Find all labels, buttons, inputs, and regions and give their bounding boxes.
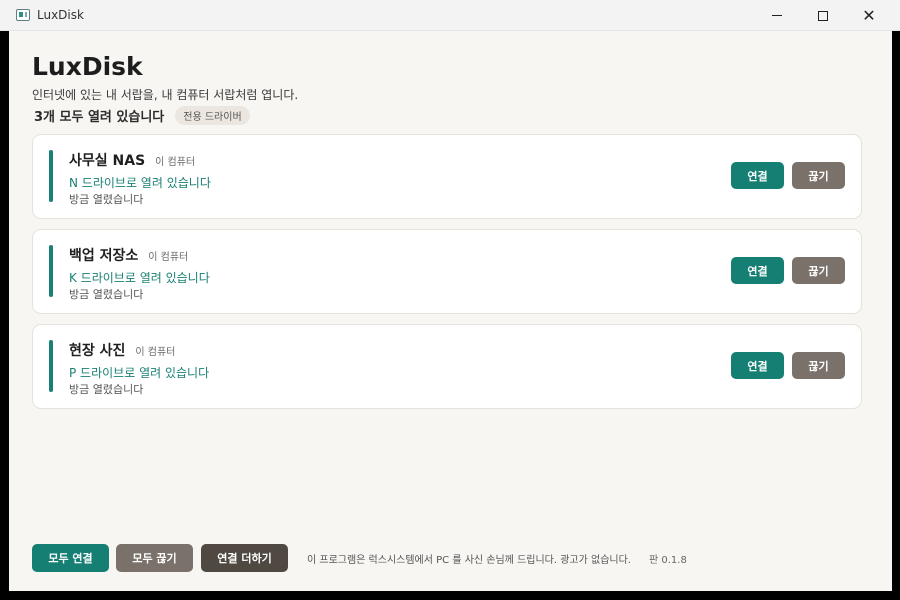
connect-button[interactable]: 연결 [731, 352, 784, 379]
drive-location-tag: 이 컴퓨터 [135, 347, 176, 358]
footer-note: 이 프로그램은 럭스시스템에서 PC 를 사신 손님께 드립니다. 광고가 없습… [307, 555, 631, 566]
drive-time: 방금 열렸습니다 [69, 193, 144, 206]
page-title: LuxDisk [32, 52, 143, 81]
status-indicator [49, 245, 53, 297]
minimize-button[interactable] [754, 0, 800, 31]
add-connection-button[interactable]: 연결 더하기 [201, 544, 288, 572]
main-content: LuxDisk 인터넷에 있는 내 서랍을, 내 컴퓨터 서랍처럼 엽니다. 3… [9, 31, 892, 591]
drive-location-tag: 이 컴퓨터 [148, 252, 189, 263]
app-icon [16, 9, 30, 21]
drive-card-backup-storage: 백업 저장소 이 컴퓨터 K 드라이브로 열려 있습니다 방금 열렸습니다 연결… [32, 229, 862, 314]
summary-text: 3개 모두 열려 있습니다 [34, 110, 165, 125]
connect-button[interactable]: 연결 [731, 257, 784, 284]
drive-card-site-photos: 현장 사진 이 컴퓨터 P 드라이브로 열려 있습니다 방금 열렸습니다 연결 … [32, 324, 862, 409]
close-button[interactable]: ✕ [846, 0, 892, 31]
drive-location-tag: 이 컴퓨터 [155, 157, 196, 168]
drive-status: P 드라이브로 열려 있습니다 [69, 366, 210, 380]
drive-card-office-nas: 사무실 NAS 이 컴퓨터 N 드라이브로 열려 있습니다 방금 열렸습니다 연… [32, 134, 862, 219]
status-indicator [49, 150, 53, 202]
driver-badge: 전용 드라이버 [175, 106, 250, 125]
disconnect-button[interactable]: 끊기 [792, 257, 845, 284]
connect-all-button[interactable]: 모두 연결 [32, 544, 109, 572]
disconnect-all-button[interactable]: 모두 끊기 [116, 544, 193, 572]
drive-name: 백업 저장소 [69, 248, 139, 264]
disconnect-button[interactable]: 끊기 [792, 162, 845, 189]
close-icon: ✕ [862, 5, 876, 25]
minimize-icon [772, 15, 782, 16]
disconnect-button[interactable]: 끊기 [792, 352, 845, 379]
drive-name: 현장 사진 [69, 343, 126, 359]
drive-name: 사무실 NAS [69, 153, 146, 169]
drive-time: 방금 열렸습니다 [69, 383, 144, 396]
title-bar: LuxDisk ✕ [0, 0, 900, 31]
connect-button[interactable]: 연결 [731, 162, 784, 189]
drive-status: N 드라이브로 열려 있습니다 [69, 176, 211, 190]
maximize-icon [818, 10, 828, 21]
status-indicator [49, 340, 53, 392]
window-title: LuxDisk [37, 8, 84, 22]
page-subtitle: 인터넷에 있는 내 서랍을, 내 컴퓨터 서랍처럼 엽니다. [32, 88, 299, 102]
version-label: 판 0.1.8 [649, 555, 687, 566]
maximize-button[interactable] [800, 0, 846, 31]
drive-status: K 드라이브로 열려 있습니다 [69, 271, 210, 285]
drive-time: 방금 열렸습니다 [69, 288, 144, 301]
status-summary: 3개 모두 열려 있습니다 전용 드라이버 [34, 106, 250, 125]
